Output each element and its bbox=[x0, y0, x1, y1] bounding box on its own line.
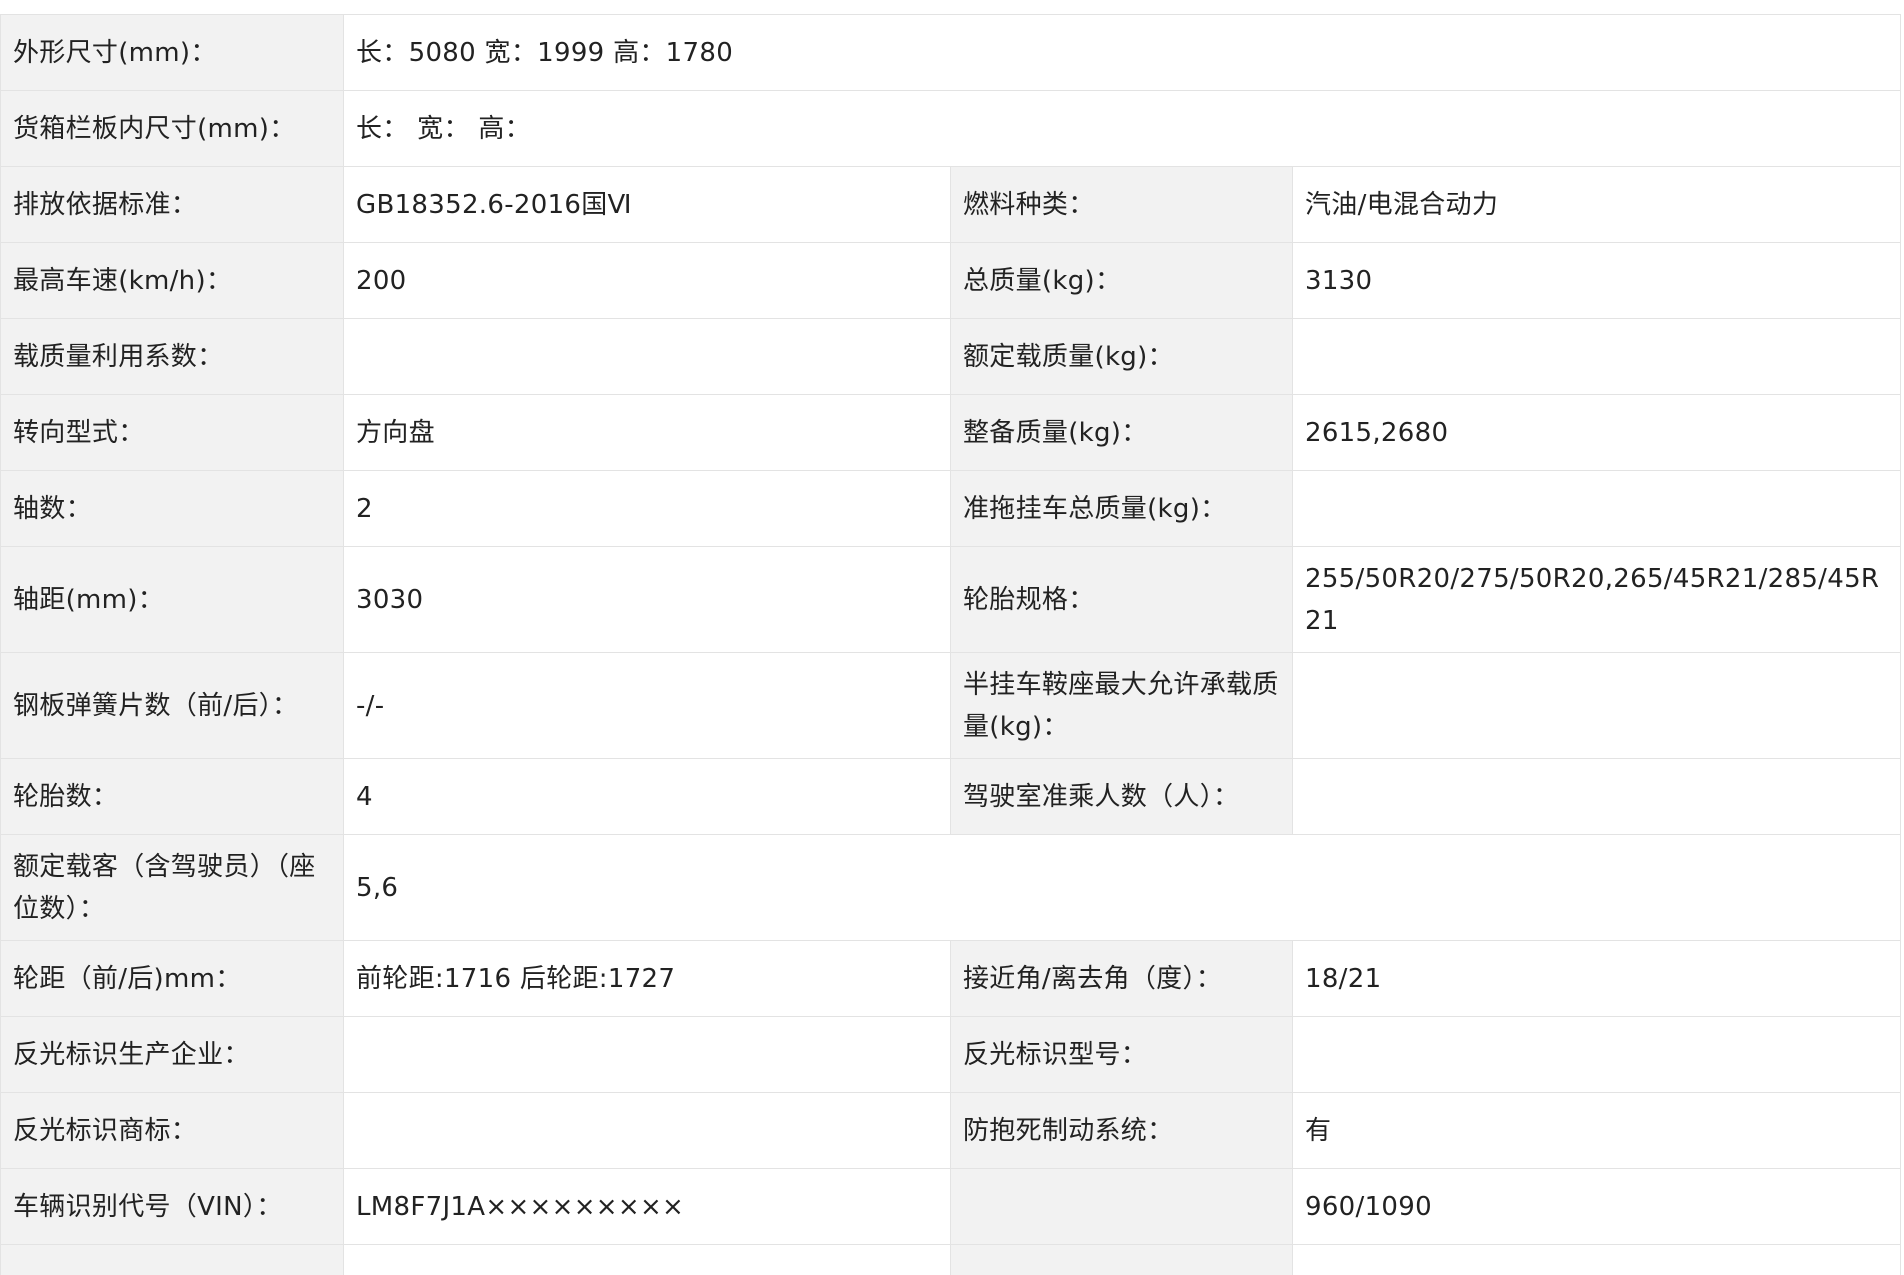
spec-label: 轴数： bbox=[1, 471, 344, 547]
spec-value: 5,6 bbox=[344, 835, 1901, 941]
spec-label: 准拖挂车总质量(kg)： bbox=[951, 471, 1293, 547]
spec-label: 轮胎数： bbox=[1, 759, 344, 835]
spec-row-wheelbase-tires: 轴距(mm)： 3030 轮胎规格： 255/50R20/275/50R20,2… bbox=[1, 547, 1901, 653]
spec-value: 960/1090 bbox=[1293, 1169, 1901, 1245]
spec-row-track-angles: 轮距（前/后)mm： 前轮距:1716 后轮距:1727 接近角/离去角（度）：… bbox=[1, 941, 1901, 1017]
spec-label: 半挂车鞍座最大允许承载质量(kg)： bbox=[951, 653, 1293, 759]
spec-label: 防抱死制动系统： bbox=[951, 1093, 1293, 1169]
spec-row-dimensions: 外形尺寸(mm)： 长：5080 宽：1999 高：1780 bbox=[1, 15, 1901, 91]
spec-value-empty bbox=[1293, 1245, 1901, 1275]
spec-label: 驾驶室准乘人数（人）： bbox=[951, 759, 1293, 835]
spec-value: GB18352.6-2016国Ⅵ bbox=[344, 167, 951, 243]
spec-value: 200 bbox=[344, 243, 951, 319]
spec-value: 长： 宽： 高： bbox=[344, 91, 1901, 167]
spec-value: 前轮距:1716 后轮距:1727 bbox=[344, 941, 951, 1017]
spec-row-tire-count: 轮胎数： 4 驾驶室准乘人数（人）： bbox=[1, 759, 1901, 835]
spec-row-seating: 额定载客（含驾驶员）（座位数）： 5,6 bbox=[1, 835, 1901, 941]
spec-label: 反光标识商标： bbox=[1, 1093, 344, 1169]
spec-value: 18/21 bbox=[1293, 941, 1901, 1017]
spec-label: 最高车速(km/h)： bbox=[1, 243, 344, 319]
spec-value-empty bbox=[344, 1245, 951, 1275]
spec-label: 载质量利用系数： bbox=[1, 319, 344, 395]
spec-row-steering: 转向型式： 方向盘 整备质量(kg)： 2615,2680 bbox=[1, 395, 1901, 471]
spec-value bbox=[1293, 1017, 1901, 1093]
spec-value bbox=[344, 319, 951, 395]
spec-label: 轮距（前/后)mm： bbox=[1, 941, 344, 1017]
spec-value: -/- bbox=[344, 653, 951, 759]
spec-label: 燃料种类： bbox=[951, 167, 1293, 243]
spec-row-reflective-maker: 反光标识生产企业： 反光标识型号： bbox=[1, 1017, 1901, 1093]
spec-row-reflective-brand: 反光标识商标： 防抱死制动系统： 有 bbox=[1, 1093, 1901, 1169]
spec-value bbox=[1293, 319, 1901, 395]
vehicle-spec-table: 外形尺寸(mm)： 长：5080 宽：1999 高：1780 货箱栏板内尺寸(m… bbox=[0, 14, 1901, 1275]
spec-value: LM8F7J1A××××××××× bbox=[344, 1169, 951, 1245]
spec-label: 额定载质量(kg)： bbox=[951, 319, 1293, 395]
spec-label: 转向型式： bbox=[1, 395, 344, 471]
spec-label: 额定载客（含驾驶员）（座位数）： bbox=[1, 835, 344, 941]
spec-label: 钢板弹簧片数（前/后）： bbox=[1, 653, 344, 759]
spec-value: 3130 bbox=[1293, 243, 1901, 319]
spec-row-axles: 轴数： 2 准拖挂车总质量(kg)： bbox=[1, 471, 1901, 547]
spec-value bbox=[1293, 759, 1901, 835]
spec-label: 轮胎规格： bbox=[951, 547, 1293, 653]
spec-value: 有 bbox=[1293, 1093, 1901, 1169]
spec-value: 方向盘 bbox=[344, 395, 951, 471]
spec-label bbox=[951, 1169, 1293, 1245]
spec-row-springs: 钢板弹簧片数（前/后）： -/- 半挂车鞍座最大允许承载质量(kg)： bbox=[1, 653, 1901, 759]
spec-label: 排放依据标准： bbox=[1, 167, 344, 243]
spec-value: 3030 bbox=[344, 547, 951, 653]
spec-value bbox=[1293, 653, 1901, 759]
spec-row-speed-mass: 最高车速(km/h)： 200 总质量(kg)： 3130 bbox=[1, 243, 1901, 319]
spec-value: 255/50R20/275/50R20,265/45R21/285/45R21 bbox=[1293, 547, 1901, 653]
spec-label: 接近角/离去角（度）： bbox=[951, 941, 1293, 1017]
spec-label: 外形尺寸(mm)： bbox=[1, 15, 344, 91]
spec-value bbox=[1293, 471, 1901, 547]
spec-row-emission-fuel: 排放依据标准： GB18352.6-2016国Ⅵ 燃料种类： 汽油/电混合动力 bbox=[1, 167, 1901, 243]
spec-label: 总质量(kg)： bbox=[951, 243, 1293, 319]
spec-label: 整备质量(kg)： bbox=[951, 395, 1293, 471]
spec-value: 2615,2680 bbox=[1293, 395, 1901, 471]
spec-value: 2 bbox=[344, 471, 951, 547]
spec-label-empty bbox=[951, 1245, 1293, 1275]
spec-value bbox=[344, 1017, 951, 1093]
spec-row-vin: 车辆识别代号（VIN）： LM8F7J1A××××××××× 960/1090 bbox=[1, 1169, 1901, 1245]
spec-row-cut-off bbox=[1, 1245, 1901, 1275]
spec-label: 反光标识型号： bbox=[951, 1017, 1293, 1093]
spec-value bbox=[344, 1093, 951, 1169]
spec-label: 反光标识生产企业： bbox=[1, 1017, 344, 1093]
spec-label: 货箱栏板内尺寸(mm)： bbox=[1, 91, 344, 167]
spec-value: 汽油/电混合动力 bbox=[1293, 167, 1901, 243]
spec-label: 轴距(mm)： bbox=[1, 547, 344, 653]
spec-row-load: 载质量利用系数： 额定载质量(kg)： bbox=[1, 319, 1901, 395]
spec-row-cargo-box: 货箱栏板内尺寸(mm)： 长： 宽： 高： bbox=[1, 91, 1901, 167]
spec-value: 长：5080 宽：1999 高：1780 bbox=[344, 15, 1901, 91]
spec-value: 4 bbox=[344, 759, 951, 835]
spec-label: 车辆识别代号（VIN）： bbox=[1, 1169, 344, 1245]
spec-label-empty bbox=[1, 1245, 344, 1275]
